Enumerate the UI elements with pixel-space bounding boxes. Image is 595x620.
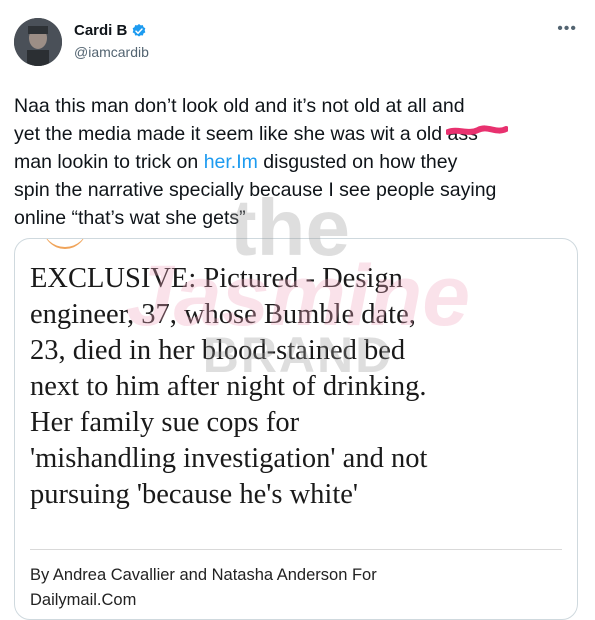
headline-line: pursuing 'because he's white': [30, 479, 359, 510]
tweet-line-text: disgusted on how they: [257, 151, 458, 173]
link-preview-card[interactable]: EXCLUSIVE: Pictured - Design engineer, 3…: [14, 238, 578, 620]
headline-line: 23, died in her blood-stained bed: [30, 335, 406, 366]
tweet-line: man lookin to trick on her.Im disgusted …: [14, 148, 584, 176]
tweet-line-text: yet the media made it seem like she was …: [14, 123, 443, 145]
author-name-text[interactable]: Cardi B: [74, 22, 127, 39]
scribbled-word: ass: [445, 120, 508, 148]
article-byline: By Andrea Cavallier and Natasha Anderson…: [30, 566, 377, 584]
tweet-line-text: man lookin to trick on: [14, 151, 199, 173]
tweet-line: online “that’s wat she gets”: [14, 207, 246, 229]
headline-line: EXCLUSIVE: Pictured - Design: [30, 263, 403, 294]
headline-line: engineer, 37, whose Bumble date,: [30, 299, 416, 330]
card-divider: [30, 549, 562, 550]
headline-line: next to him after night of drinking.: [30, 371, 427, 402]
tweet-link[interactable]: her.Im: [204, 151, 258, 173]
author-name[interactable]: Cardi B: [74, 22, 147, 39]
scribble-mark: [445, 125, 508, 135]
tweet-line: yet the media made it seem like she was …: [14, 120, 584, 148]
headline-line: Her family sue cops for: [30, 407, 300, 438]
tweet-text: Naa this man don’t look old and it’s not…: [14, 92, 584, 232]
tweet-line: Naa this man don’t look old and it’s not…: [14, 95, 465, 117]
tweet: Cardi B @iamcardib ••• Naa this man don’…: [0, 0, 595, 620]
more-options-icon[interactable]: •••: [557, 20, 577, 38]
card-accent-shape: [43, 239, 87, 249]
author-handle[interactable]: @iamcardib: [74, 44, 149, 60]
avatar[interactable]: [14, 18, 62, 66]
tweet-line: spin the narrative specially because I s…: [14, 179, 497, 201]
avatar-photo: [14, 18, 62, 66]
article-byline-cut: Dailymail.Com: [30, 591, 137, 609]
article-headline[interactable]: EXCLUSIVE: Pictured - Design engineer, 3…: [30, 261, 570, 513]
verified-badge-icon: [133, 23, 146, 37]
headline-line: 'mishandling investigation' and not: [30, 443, 428, 474]
